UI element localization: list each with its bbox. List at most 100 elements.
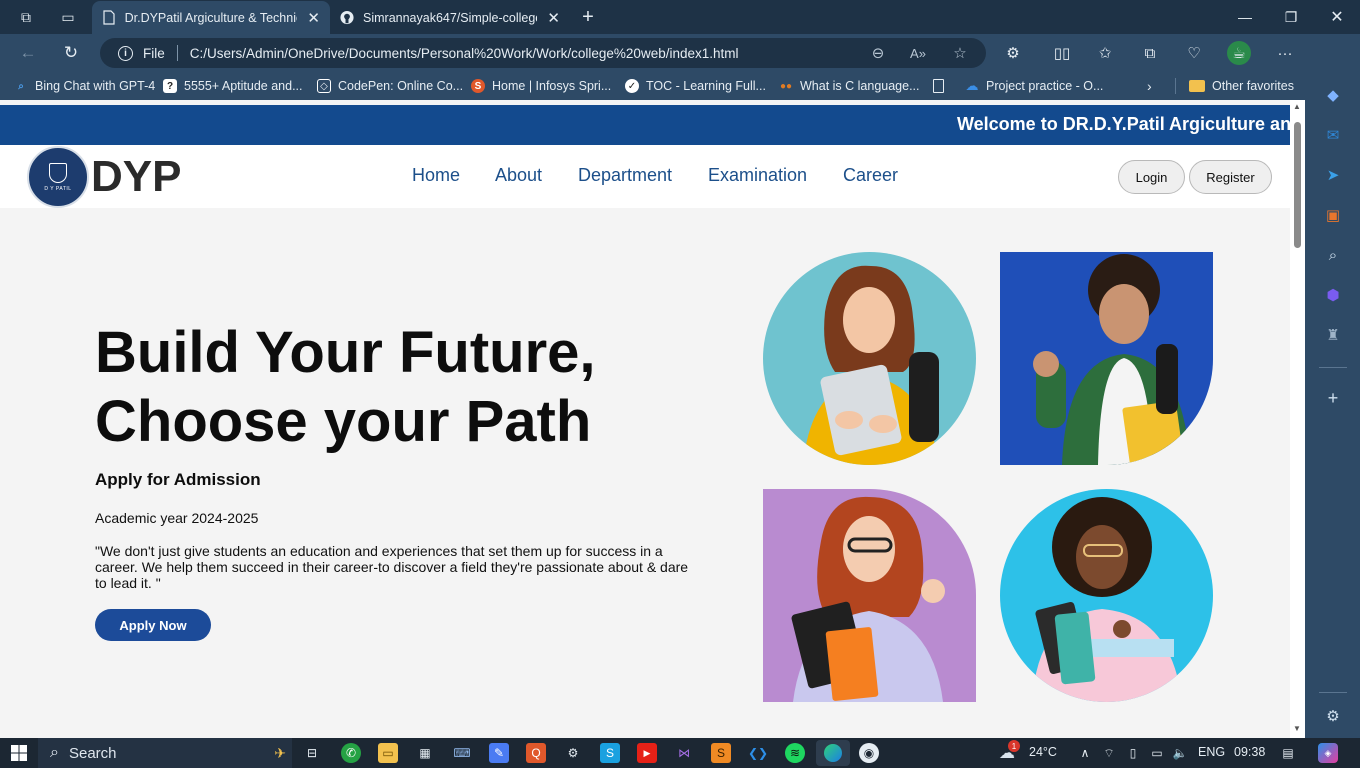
- windows-taskbar: ⌕ Search ✈ ⊟ ✆ ▭ ▦ ⌨ ✎ Q ⚙ S ▶ ⋈ S ❮❯ ≋ …: [0, 738, 1360, 768]
- edge-icon[interactable]: [816, 740, 850, 766]
- other-favorites[interactable]: Other favorites: [1189, 77, 1294, 95]
- outlook-icon[interactable]: ✉: [1322, 124, 1344, 146]
- favorite-bing-chat[interactable]: ⌕ Bing Chat with GPT-4: [14, 77, 155, 95]
- folder-icon: [1189, 80, 1205, 92]
- info-icon[interactable]: i: [118, 45, 133, 61]
- tab-github[interactable]: Simrannayak647/Simple-college- ✕: [330, 1, 570, 34]
- tag-icon[interactable]: ◆: [1322, 84, 1344, 106]
- profile-avatar-icon[interactable]: ☕: [1227, 41, 1251, 65]
- copilot-app-icon[interactable]: ⬢: [1322, 284, 1344, 306]
- hero-subtitle: Apply for Admission: [95, 470, 261, 489]
- address-bar[interactable]: i File C:/Users/Admin/OneDrive/Documents…: [100, 38, 986, 68]
- split-screen-icon[interactable]: ▯▯: [1050, 42, 1074, 64]
- windows-start-icon[interactable]: [9, 743, 29, 763]
- favorite-project-practice[interactable]: ☁ Project practice - O...: [965, 77, 1104, 95]
- brand-name[interactable]: DYP: [91, 152, 181, 202]
- scroll-up-icon[interactable]: ▲: [1293, 102, 1301, 111]
- notes-icon[interactable]: ✎: [489, 743, 509, 763]
- favorites-icon[interactable]: ✩: [1093, 42, 1117, 64]
- close-tab-icon[interactable]: ✕: [307, 9, 320, 27]
- shield-icon: [49, 162, 67, 183]
- whatsapp-icon[interactable]: ✆: [341, 743, 361, 763]
- divider: [1319, 367, 1347, 368]
- document-icon: [102, 10, 116, 26]
- more-menu-icon[interactable]: ···: [1273, 42, 1297, 64]
- nav-examination[interactable]: Examination: [708, 165, 807, 186]
- telegram-icon[interactable]: ➤: [1322, 164, 1344, 186]
- file-explorer-icon[interactable]: ▭: [378, 743, 398, 763]
- skype-icon[interactable]: S: [600, 743, 620, 763]
- nav-about[interactable]: About: [495, 165, 542, 186]
- battery-icon[interactable]: ▭: [1147, 743, 1167, 763]
- login-button[interactable]: Login: [1118, 160, 1185, 194]
- weather-temp[interactable]: 24°C: [1029, 745, 1057, 759]
- scrollbar-thumb[interactable]: [1294, 122, 1301, 248]
- workspaces-icon[interactable]: ⧉: [12, 5, 40, 29]
- refresh-icon[interactable]: ↻: [58, 41, 84, 65]
- keyboard-icon[interactable]: ⌨: [452, 743, 472, 763]
- search-icon[interactable]: ⌕: [1322, 244, 1344, 266]
- copilot-taskbar-icon[interactable]: ◈: [1318, 743, 1338, 763]
- collections-icon[interactable]: ⧉: [1138, 42, 1162, 64]
- settings-icon[interactable]: ⚙: [563, 743, 583, 763]
- favorite-page-blank[interactable]: [933, 77, 951, 95]
- language-indicator[interactable]: ENG: [1198, 745, 1225, 759]
- vscode-icon[interactable]: ❮❯: [748, 743, 768, 763]
- new-tab-icon[interactable]: +: [574, 5, 602, 29]
- scroll-down-icon[interactable]: ▼: [1293, 724, 1301, 733]
- microsoft-store-icon[interactable]: ▦: [415, 743, 435, 763]
- phone-link-icon[interactable]: ▯: [1123, 743, 1143, 763]
- divider: [176, 45, 178, 61]
- favorite-label: Home | Infosys Spri...: [492, 79, 612, 93]
- student-photo-3: [763, 489, 976, 702]
- favorite-codepen[interactable]: ◇ CodePen: Online Co...: [317, 77, 463, 95]
- notifications-icon[interactable]: ▤: [1278, 743, 1298, 763]
- minimize-icon[interactable]: —: [1222, 0, 1268, 34]
- chess-icon[interactable]: ♜: [1322, 324, 1344, 346]
- register-button[interactable]: Register: [1189, 160, 1272, 194]
- browser-toolbar: ← ↻ i File C:/Users/Admin/OneDrive/Docum…: [0, 34, 1360, 72]
- visual-studio-icon[interactable]: ⋈: [674, 743, 694, 763]
- task-view-icon[interactable]: ⊟: [302, 743, 322, 763]
- close-window-icon[interactable]: ✕: [1314, 0, 1360, 34]
- favorite-infosys[interactable]: S Home | Infosys Spri...: [471, 77, 611, 95]
- page-scrollbar[interactable]: ▲ ▼: [1290, 100, 1305, 738]
- favorite-star-icon[interactable]: ☆: [950, 44, 970, 62]
- volume-icon[interactable]: 🔈: [1170, 743, 1190, 763]
- apply-now-button[interactable]: Apply Now: [95, 609, 211, 641]
- clock[interactable]: 09:38: [1234, 745, 1265, 759]
- read-aloud-icon[interactable]: A»: [908, 44, 928, 62]
- wifi-icon[interactable]: ⌔: [1099, 743, 1119, 763]
- favorite-aptitude[interactable]: ? 5555+ Aptitude and...: [163, 77, 303, 95]
- other-favorites-label: Other favorites: [1212, 79, 1294, 93]
- sublime-icon[interactable]: S: [711, 743, 731, 763]
- nav-home[interactable]: Home: [412, 165, 460, 186]
- github-desktop-icon[interactable]: ◉: [859, 743, 879, 763]
- tab-actions-icon[interactable]: ▭: [54, 5, 82, 29]
- restore-icon[interactable]: ❐: [1268, 0, 1314, 34]
- divider: [1175, 78, 1176, 94]
- chevron-right-icon[interactable]: ›: [1147, 77, 1152, 95]
- nav-department[interactable]: Department: [578, 165, 672, 186]
- favorite-toc[interactable]: ✓ TOC - Learning Full...: [625, 77, 766, 95]
- tools-icon[interactable]: ▣: [1322, 204, 1344, 226]
- favorite-label: 5555+ Aptitude and...: [184, 79, 303, 93]
- q-app-icon[interactable]: Q: [526, 743, 546, 763]
- performance-icon[interactable]: ♡: [1182, 42, 1206, 64]
- favorite-c-language[interactable]: ●● What is C language...: [779, 77, 920, 95]
- settings-gear-icon[interactable]: ⚙: [1322, 705, 1344, 727]
- college-logo[interactable]: D Y PATIL: [27, 146, 89, 208]
- youtube-icon[interactable]: ▶: [637, 743, 657, 763]
- back-icon[interactable]: ←: [15, 41, 41, 65]
- taskbar-search-box[interactable]: ⌕ Search ✈: [38, 738, 292, 768]
- extensions-icon[interactable]: ⚙: [1001, 42, 1025, 64]
- spotify-icon[interactable]: ≋: [785, 743, 805, 763]
- close-tab-icon[interactable]: ✕: [547, 9, 560, 27]
- tab-college-site[interactable]: Dr.DYPatil Argiculture & Technical ✕: [92, 1, 330, 34]
- zoom-icon[interactable]: ⊖: [868, 44, 888, 62]
- browser-tab-strip: ⧉ ▭ Dr.DYPatil Argiculture & Technical ✕…: [0, 0, 1360, 34]
- add-icon[interactable]: +: [1322, 387, 1344, 409]
- chevron-up-icon[interactable]: ∧: [1075, 743, 1095, 763]
- nav-career[interactable]: Career: [843, 165, 898, 186]
- url-text[interactable]: C:/Users/Admin/OneDrive/Documents/Person…: [190, 46, 739, 61]
